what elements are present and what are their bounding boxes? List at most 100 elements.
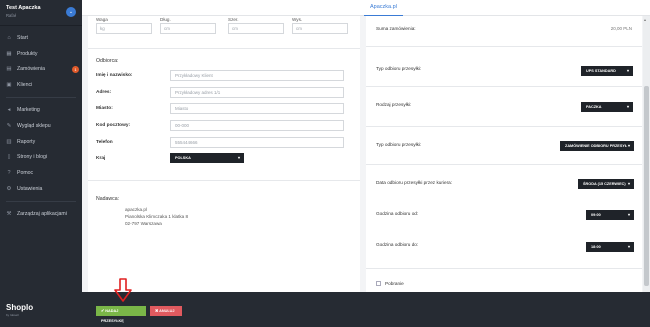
sidebar-item-reports[interactable]: ▥ Raporty — [0, 134, 82, 150]
sender-title: Nadawca: — [96, 196, 120, 202]
home-icon: ⌂ — [7, 34, 11, 41]
sidebar-item-label: Zamówienia — [17, 66, 45, 73]
sidebar-item-label: Produkty — [17, 50, 38, 57]
shipment-form-left: Waga kg Dług. cm Szer. cm Wys. cm Odbior… — [88, 16, 360, 292]
country-select[interactable]: POLSKA ▾ — [170, 153, 244, 163]
sidebar-item-marketing[interactable]: ◂ Marketing — [0, 102, 82, 118]
caret-down-icon: ▾ — [627, 181, 630, 186]
recipient-phone-label: Telefon — [96, 140, 113, 145]
width-label: Szer. — [228, 17, 239, 22]
service-type-value: UPS STANDARD — [586, 69, 616, 73]
cart-icon: ▤ — [6, 66, 12, 73]
sidebar-item-start[interactable]: ⌂ Start — [0, 30, 82, 46]
arrow-down-icon — [114, 278, 132, 302]
caret-down-icon: ▾ — [237, 155, 240, 160]
country-select-value: POLSKA — [175, 156, 191, 160]
width-input[interactable]: cm — [228, 23, 284, 34]
weight-label: Waga — [96, 17, 108, 22]
logo-subtext: by Idosell — [6, 313, 19, 317]
sender-line: 02-797 Warszawa — [125, 221, 162, 226]
divider — [366, 164, 642, 165]
sender-line: apaczka.pl — [125, 207, 147, 212]
cod-checkbox[interactable] — [376, 281, 381, 286]
pickup-type-value: ZAMÓWIENIE ODBIORU PRZESYŁ — [565, 144, 628, 148]
pickup-type-label: Typ odbioru przesyłki: — [376, 142, 422, 147]
recipient-city-input[interactable]: Miasto — [170, 103, 344, 114]
pickup-date-label: Data odbioru przesyłki przez kuriera: — [376, 180, 453, 185]
recipient-address-label: Adres: — [96, 90, 112, 95]
tab-apaczka[interactable]: Apaczka.pl — [364, 0, 403, 16]
sidebar-item-pages[interactable]: ▯ Strony i blogi — [0, 150, 82, 166]
sidebar-item-customers[interactable]: ▣ Klienci — [0, 77, 82, 93]
scrollbar-thumb[interactable] — [644, 86, 649, 286]
pickup-date-select[interactable]: ŚRODA (15 CZERWIEC) ▾ — [578, 179, 634, 189]
chevron-down-icon[interactable]: ⌄ — [66, 7, 76, 17]
recipient-phone-input[interactable]: 555444666 — [170, 137, 344, 148]
recipient-country-label: Kraj — [96, 156, 106, 161]
send-shipment-button[interactable]: ✔ NADAJ PRZESYŁKĘ — [96, 306, 146, 323]
recipient-postcode-input[interactable]: 00-000 — [170, 120, 344, 131]
gear-icon: ⚙ — [6, 186, 12, 193]
sidebar-item-appearance[interactable]: ✎ Wygląd sklepu — [0, 118, 82, 134]
recipient-postcode-label: Kod pocztowy: — [96, 123, 131, 128]
parcel-type-value: PACZKA — [586, 105, 602, 109]
chart-icon: ▥ — [6, 138, 12, 145]
divider — [366, 126, 642, 127]
sidebar-item-label: Wygląd sklepu — [17, 122, 51, 129]
sidebar-item-label: Strony i blogi — [17, 154, 47, 161]
megaphone-icon: ◂ — [7, 107, 11, 114]
sidebar-item-orders[interactable]: ▤ Zamówienia 1 — [0, 62, 82, 78]
divider — [366, 268, 642, 269]
service-type-select[interactable]: UPS STANDARD ▾ — [581, 66, 633, 76]
length-input[interactable]: cm — [160, 23, 216, 34]
scroll-up-icon[interactable]: ▴ — [644, 17, 646, 22]
apps-icon: ⚒ — [6, 210, 12, 217]
divider — [366, 46, 642, 47]
sidebar-item-label: Klienci — [17, 82, 33, 89]
orders-count-badge: 1 — [72, 65, 79, 73]
length-field-group: Dług. cm — [160, 16, 216, 34]
parcel-type-select[interactable]: PACZKA ▾ — [581, 102, 633, 112]
pickup-type-select[interactable]: ZAMÓWIENIE ODBIORU PRZESYŁ ▾ — [560, 141, 634, 151]
caret-down-icon: ▾ — [626, 68, 629, 73]
sidebar-nav: ⌂ Start ▦ Produkty ▤ Zamówienia 1 ▣ Klienci ◂… — [0, 26, 82, 222]
recipient-address-input[interactable]: Przykładowy adres 1/1 — [170, 87, 344, 98]
recipient-name-input[interactable]: Przykładowy Klient — [170, 70, 344, 81]
cancel-button[interactable]: ✖ ANULUJ — [150, 306, 182, 316]
order-sum-label: Suma zamówienia: — [376, 26, 416, 31]
help-icon: ? — [7, 170, 11, 177]
pickup-from-select[interactable]: 09:00 ▾ — [586, 210, 634, 220]
pickup-to-select[interactable]: 18:00 ▾ — [586, 242, 634, 252]
sidebar-item-products[interactable]: ▦ Produkty — [0, 46, 82, 62]
sidebar-item-settings[interactable]: ⚙ Ustawienia — [0, 181, 82, 197]
scrollbar[interactable]: ▴ — [643, 16, 650, 292]
brush-icon: ✎ — [6, 122, 12, 129]
top-tab-bar: Apaczka.pl — [82, 0, 650, 16]
order-sum-value: 20,00 PLN — [610, 26, 632, 31]
cod-label: Pobranie — [385, 281, 404, 286]
sender-line: Pianolska Klimczaka 1 klatka 8 — [125, 214, 189, 219]
caret-down-icon: ▾ — [626, 104, 629, 109]
caret-down-icon: ▾ — [627, 244, 630, 249]
recipient-title: Odbiorca: — [96, 58, 119, 64]
height-label: Wys. — [292, 17, 303, 22]
sidebar-item-label: Pomoc — [17, 170, 34, 177]
divider — [88, 48, 360, 49]
action-footer: ✔ NADAJ PRZESYŁKĘ ✖ ANULUJ — [82, 292, 650, 327]
divider — [6, 200, 76, 202]
service-type-label: Typ odbioru przesyłki: — [376, 66, 422, 71]
sidebar-item-label: Zarządzaj aplikacjami — [17, 210, 67, 217]
length-label: Dług. — [160, 17, 171, 22]
store-switcher[interactable]: Test Apaczka Rafał ⌄ — [0, 0, 82, 26]
pickup-from-label: Godzina odbioru od: — [376, 211, 419, 216]
weight-input[interactable]: kg — [96, 23, 152, 34]
height-input[interactable]: cm — [292, 23, 348, 34]
tag-icon: ▦ — [6, 50, 12, 57]
caret-down-icon: ▾ — [627, 143, 630, 148]
sidebar-item-apps[interactable]: ⚒ Zarządzaj aplikacjami — [0, 206, 82, 222]
divider — [366, 86, 642, 87]
sidebar-item-help[interactable]: ? Pomoc — [0, 165, 82, 181]
divider — [6, 97, 76, 99]
users-icon: ▣ — [6, 82, 12, 89]
recipient-name-label: Imię i nazwisko: — [96, 73, 133, 78]
